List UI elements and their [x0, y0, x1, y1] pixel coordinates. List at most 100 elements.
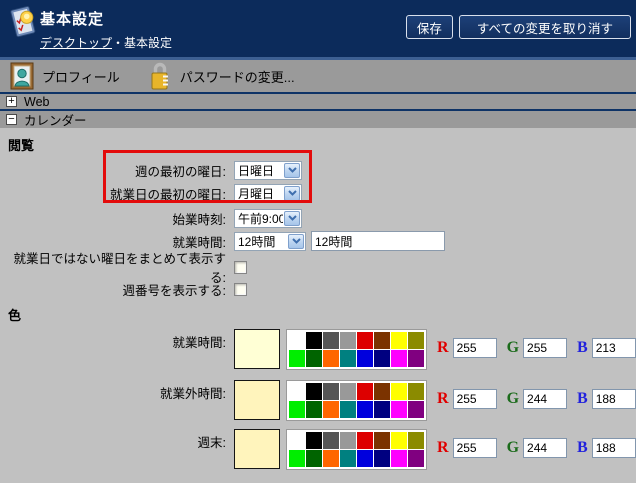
red-value-input[interactable]	[453, 338, 497, 358]
blue-value-input[interactable]	[592, 389, 636, 409]
palette-color-cell[interactable]	[340, 332, 356, 349]
weekend-color-swatch[interactable]	[234, 429, 280, 469]
palette-color-cell[interactable]	[374, 350, 390, 367]
palette-color-cell[interactable]	[323, 432, 339, 449]
palette-color-cell[interactable]	[340, 350, 356, 367]
palette-color-cell[interactable]	[408, 350, 424, 367]
preferences-toolbar: プロフィール パスワードの変更...	[0, 60, 636, 94]
save-button[interactable]: 保存	[406, 15, 453, 39]
green-value-input[interactable]	[523, 389, 567, 409]
preferences-icon	[8, 4, 38, 40]
palette-color-cell[interactable]	[391, 383, 407, 400]
palette-color-cell[interactable]	[323, 332, 339, 349]
palette-color-cell[interactable]	[306, 383, 322, 400]
palette-color-cell[interactable]	[340, 450, 356, 467]
first-day-of-week-value: 日曜日	[235, 162, 283, 179]
palette-color-cell[interactable]	[306, 450, 322, 467]
palette-color-cell[interactable]	[289, 350, 305, 367]
palette-color-cell[interactable]	[306, 401, 322, 418]
weekend-color-label: 週末:	[0, 429, 231, 451]
work-hours-input[interactable]	[311, 231, 445, 251]
palette-color-cell[interactable]	[289, 401, 305, 418]
start-time-value: 午前9:00	[235, 210, 283, 227]
palette-color-cell[interactable]	[408, 401, 424, 418]
palette-color-cell[interactable]	[408, 383, 424, 400]
palette-color-cell[interactable]	[306, 332, 322, 349]
palette-color-cell[interactable]	[357, 383, 373, 400]
chevron-down-icon[interactable]	[284, 186, 300, 201]
palette-color-cell[interactable]	[391, 450, 407, 467]
palette-color-cell[interactable]	[357, 450, 373, 467]
chevron-down-icon[interactable]	[284, 163, 300, 178]
profile-button[interactable]: プロフィール	[10, 62, 120, 90]
chevron-down-icon[interactable]	[288, 234, 304, 249]
red-label: R	[437, 339, 449, 357]
palette-color-cell[interactable]	[306, 350, 322, 367]
collapse-icon[interactable]: −	[6, 114, 17, 125]
palette-color-cell[interactable]	[357, 401, 373, 418]
rgb-inputs: R G B	[427, 389, 636, 409]
red-value-input[interactable]	[453, 389, 497, 409]
palette-color-cell[interactable]	[374, 401, 390, 418]
palette-color-cell[interactable]	[357, 350, 373, 367]
blue-value-input[interactable]	[592, 438, 636, 458]
rgb-inputs: R G B	[427, 338, 636, 358]
palette-color-cell[interactable]	[374, 450, 390, 467]
palette-color-cell[interactable]	[357, 332, 373, 349]
color-palette	[286, 429, 427, 470]
change-password-button[interactable]: パスワードの変更...	[148, 61, 295, 91]
section-header-calendar[interactable]: − カレンダー	[0, 111, 636, 128]
palette-color-cell[interactable]	[391, 332, 407, 349]
expand-icon[interactable]: +	[6, 96, 17, 107]
palette-color-cell[interactable]	[391, 350, 407, 367]
palette-color-cell[interactable]	[340, 401, 356, 418]
palette-color-cell[interactable]	[340, 383, 356, 400]
rgb-inputs: R G B	[427, 438, 636, 458]
palette-color-cell[interactable]	[289, 450, 305, 467]
palette-color-cell[interactable]	[323, 350, 339, 367]
change-password-button-label: パスワードの変更...	[180, 67, 295, 86]
palette-color-cell[interactable]	[408, 432, 424, 449]
green-value-input[interactable]	[523, 438, 567, 458]
first-day-of-week-select[interactable]: 日曜日	[234, 161, 302, 180]
palette-color-cell[interactable]	[374, 432, 390, 449]
palette-color-cell[interactable]	[289, 432, 305, 449]
section-label-calendar: カレンダー	[24, 110, 87, 129]
profile-button-label: プロフィール	[42, 67, 120, 86]
discard-changes-button[interactable]: すべての変更を取り消す	[459, 15, 631, 39]
palette-color-cell[interactable]	[374, 332, 390, 349]
palette-color-cell[interactable]	[340, 432, 356, 449]
palette-color-cell[interactable]	[391, 401, 407, 418]
nonwork-hours-color-swatch[interactable]	[234, 380, 280, 420]
blue-label: B	[577, 339, 588, 357]
start-time-select[interactable]: 午前9:00	[234, 209, 302, 228]
palette-color-cell[interactable]	[323, 450, 339, 467]
section-header-web[interactable]: + Web	[0, 94, 636, 109]
palette-color-cell[interactable]	[408, 450, 424, 467]
work-hours-select[interactable]: 12時間	[234, 232, 306, 251]
first-work-day-select[interactable]: 月曜日	[234, 184, 302, 203]
palette-color-cell[interactable]	[391, 432, 407, 449]
breadcrumb-desktop-link[interactable]: デスクトップ	[40, 36, 112, 50]
breadcrumb: デスクトップ・基本設定	[40, 34, 172, 51]
blue-value-input[interactable]	[592, 338, 636, 358]
palette-color-cell[interactable]	[306, 432, 322, 449]
header-actions: 保存 すべての変更を取り消す	[406, 15, 631, 39]
palette-color-cell[interactable]	[408, 332, 424, 349]
preferences-window: 基本設定 デスクトップ・基本設定 保存 すべての変更を取り消す プロフィール	[0, 0, 636, 483]
palette-color-cell[interactable]	[289, 332, 305, 349]
green-value-input[interactable]	[523, 338, 567, 358]
palette-color-cell[interactable]	[357, 432, 373, 449]
palette-color-cell[interactable]	[323, 401, 339, 418]
red-value-input[interactable]	[453, 438, 497, 458]
red-label: R	[437, 439, 449, 457]
app-header: 基本設定 デスクトップ・基本設定 保存 すべての変更を取り消す	[0, 0, 636, 57]
show-week-number-row: 週番号を表示する:	[0, 280, 636, 298]
palette-color-cell[interactable]	[323, 383, 339, 400]
work-hours-color-swatch[interactable]	[234, 329, 280, 369]
palette-color-cell[interactable]	[289, 383, 305, 400]
palette-color-cell[interactable]	[374, 383, 390, 400]
chevron-down-icon[interactable]	[284, 211, 300, 226]
show-week-number-checkbox[interactable]	[234, 283, 247, 296]
collapse-nonwork-checkbox[interactable]	[234, 261, 247, 274]
